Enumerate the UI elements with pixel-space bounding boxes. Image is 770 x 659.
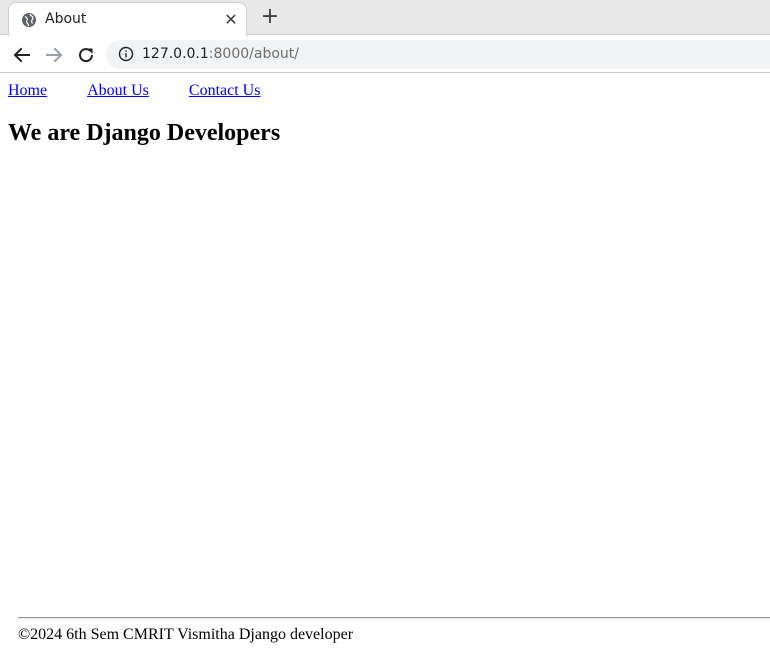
close-icon[interactable]: ✕ (222, 11, 240, 29)
browser-toolbar: 127.0.0.1:8000/about/ (0, 36, 770, 73)
back-arrow-icon[interactable] (10, 43, 34, 67)
address-bar[interactable]: 127.0.0.1:8000/about/ (106, 40, 770, 69)
footer-text: ©2024 6th Sem CMRIT Vismitha Django deve… (18, 626, 354, 643)
nav-link-home[interactable]: Home (8, 82, 47, 99)
page-content: Home About Us Contact Us We are Django Dev… (0, 74, 770, 659)
nav-link-about[interactable]: About Us (87, 82, 149, 99)
globe-icon (22, 13, 36, 27)
nav-link-contact[interactable]: Contact Us (189, 82, 261, 99)
tab-title: About (45, 11, 87, 27)
url-text[interactable]: 127.0.0.1:8000/about/ (142, 46, 299, 62)
tab-strip: About ✕ + (0, 0, 770, 36)
page-heading: We are Django Developers (8, 120, 281, 146)
new-tab-button[interactable]: + (258, 6, 282, 30)
url-host: 127.0.0.1 (142, 46, 209, 62)
reload-icon[interactable] (74, 43, 98, 67)
tab-about[interactable]: About ✕ (8, 2, 247, 36)
footer-divider (18, 617, 770, 618)
forward-arrow-icon[interactable] (42, 43, 66, 67)
site-nav: Home About Us Contact Us (8, 82, 300, 100)
url-path: :8000/about/ (208, 46, 299, 62)
info-icon[interactable] (118, 46, 134, 62)
